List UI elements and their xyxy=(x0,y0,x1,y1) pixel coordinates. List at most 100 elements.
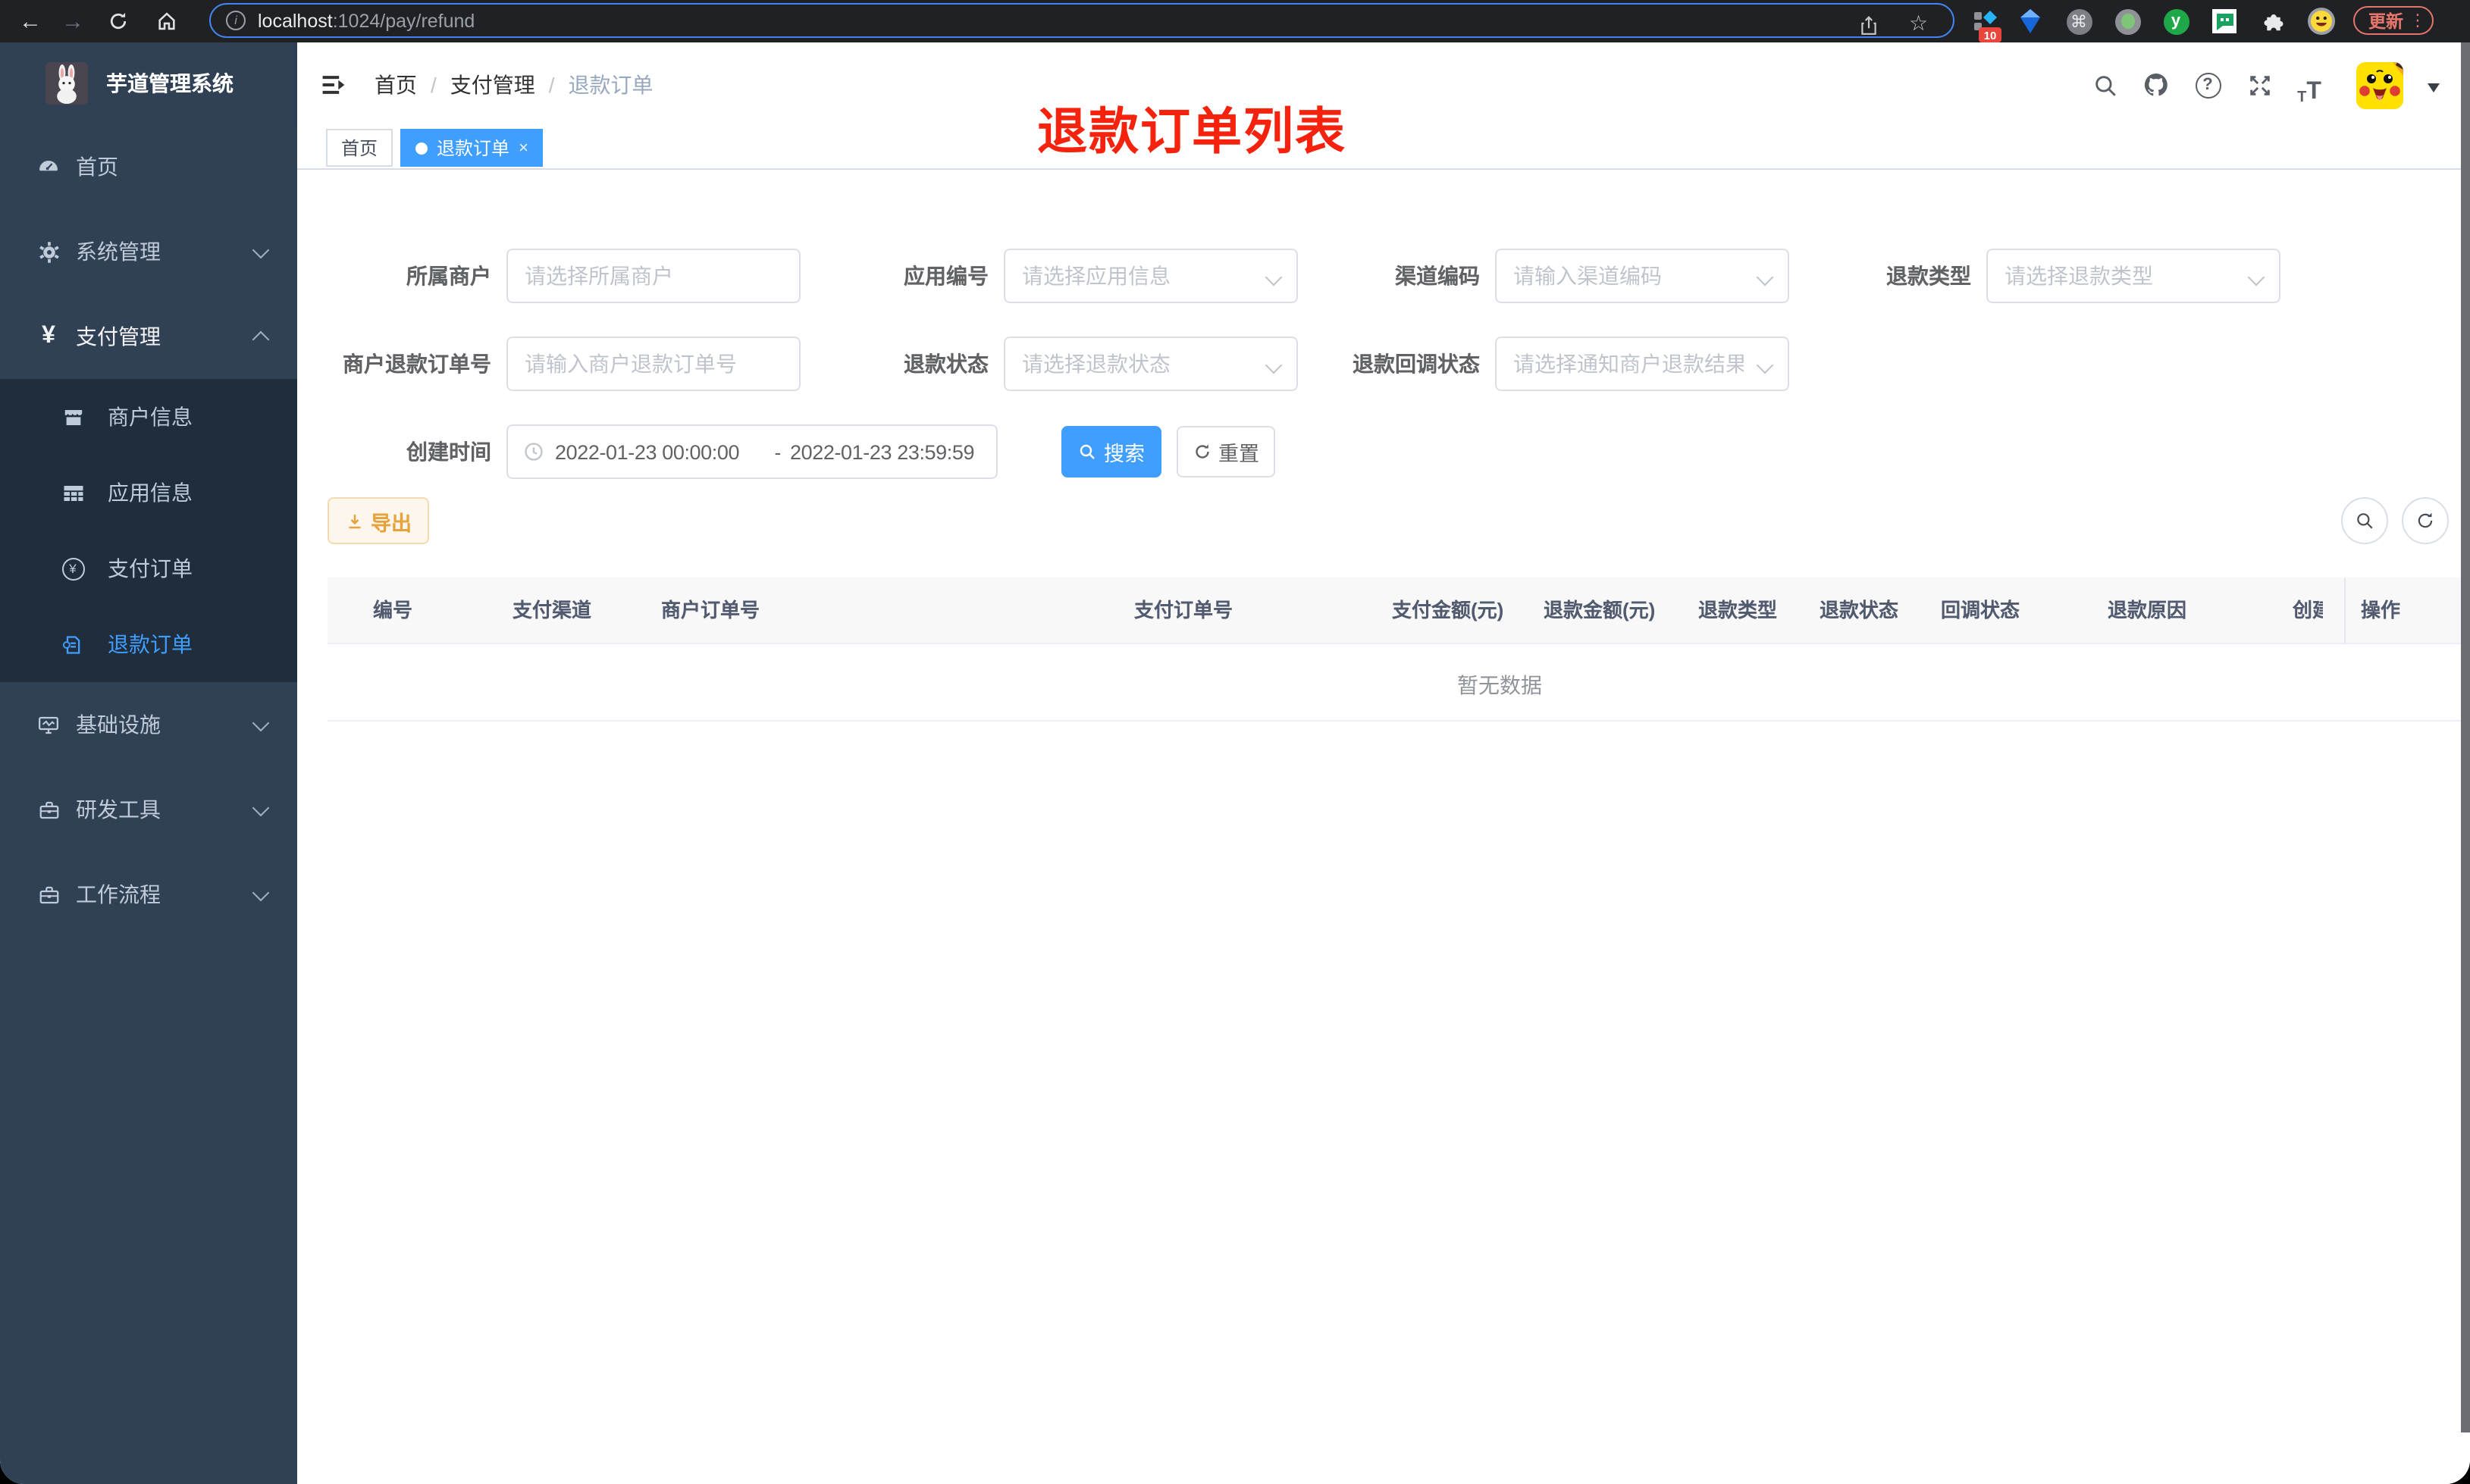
chevron-down-icon xyxy=(1265,356,1283,374)
page-scrollbar[interactable] xyxy=(2461,42,2470,1432)
refund-doc-icon xyxy=(59,633,86,656)
filter-label-app-no: 应用编号 xyxy=(904,264,989,288)
refresh-table-button[interactable] xyxy=(2402,497,2449,544)
url-bar[interactable]: i localhost:1024/pay/refund ☆ xyxy=(209,3,1954,38)
font-size-icon[interactable]: TT xyxy=(2288,64,2331,106)
sidebar-item-payment[interactable]: ¥ 支付管理 xyxy=(0,294,297,379)
reset-button[interactable]: 重置 xyxy=(1177,426,1275,477)
sidebar-item-label: 工作流程 xyxy=(76,882,161,906)
home-icon xyxy=(158,12,175,30)
tab-refund-order[interactable]: 退款订单 × xyxy=(400,129,544,167)
table-column-header: 退款金额(元) xyxy=(1544,599,1656,621)
browser-back-button[interactable]: ← xyxy=(12,0,49,42)
gear-icon xyxy=(30,240,67,263)
browser-home-button[interactable] xyxy=(149,0,185,42)
fullscreen-icon[interactable] xyxy=(2238,64,2280,106)
sidebar-item-app-info[interactable]: 应用信息 xyxy=(0,455,297,531)
chevron-down-icon xyxy=(1756,268,1774,286)
share-icon[interactable] xyxy=(1859,11,1879,41)
monitor-icon xyxy=(30,713,67,736)
github-icon[interactable] xyxy=(2135,64,2177,106)
chevron-down-icon xyxy=(2247,268,2265,286)
shop-icon xyxy=(59,405,86,428)
extension-smiley-icon[interactable] xyxy=(2302,0,2341,42)
sidebar-item-label: 基础设施 xyxy=(76,712,161,737)
extension-blue-diamond-icon[interactable]: 10 xyxy=(1965,0,2005,42)
sidebar-item-dev-tools[interactable]: 研发工具 xyxy=(0,767,297,852)
sidebar-item-pay-order[interactable]: ¥ 支付订单 xyxy=(0,531,297,606)
site-info-icon[interactable]: i xyxy=(226,11,246,30)
sidebar-item-refund-order[interactable]: 退款订单 xyxy=(0,606,297,682)
search-button[interactable]: 搜索 xyxy=(1061,426,1161,477)
main-area: 首页 / 支付管理 / 退款订单 ? T T 退款订单列表 首页 退款订单 × … xyxy=(297,42,2470,1484)
sidebar-item-home[interactable]: 首页 xyxy=(0,124,297,209)
browser-reload-button[interactable] xyxy=(100,0,136,42)
filter-label-merchant-refund-no: 商户退款订单号 xyxy=(343,352,491,376)
refund-status-select[interactable]: 请选择退款状态 xyxy=(1004,337,1298,391)
breadcrumb-payment[interactable]: 支付管理 xyxy=(450,70,535,100)
extension-record-icon[interactable] xyxy=(2108,0,2147,42)
app-title: 芋道管理系统 xyxy=(106,71,234,95)
screen: ← → i localhost:1024/pay/refund ☆ 10 ⌘ y… xyxy=(0,0,2470,1484)
sidebar-item-label: 支付管理 xyxy=(76,324,161,349)
merchant-refund-no-input[interactable] xyxy=(506,337,801,391)
toggle-search-button[interactable] xyxy=(2341,497,2388,544)
extension-command-icon[interactable]: ⌘ xyxy=(2059,0,2099,42)
download-icon xyxy=(345,512,363,530)
app-logo[interactable]: 芋道管理系统 xyxy=(0,42,297,124)
browser-update-button[interactable]: 更新 ⋮ xyxy=(2353,6,2434,35)
browser-toolbar: ← → i localhost:1024/pay/refund ☆ 10 ⌘ y… xyxy=(0,0,2470,42)
sidebar-item-system[interactable]: 系统管理 xyxy=(0,209,297,294)
sidebar-item-label: 应用信息 xyxy=(108,481,193,505)
sidebar-item-label: 退款订单 xyxy=(108,632,193,656)
date-range-end[interactable]: 2022-01-23 23:59:59 xyxy=(790,440,1001,463)
table-column-header: 创建时间 xyxy=(2293,599,2323,621)
table-column-header: 商户订单号 xyxy=(661,599,760,621)
bookmark-star-icon[interactable]: ☆ xyxy=(1909,8,1928,38)
table-column-header: 退款类型 xyxy=(1698,599,1778,621)
clock-icon xyxy=(523,441,544,462)
browser-window: ← → i localhost:1024/pay/refund ☆ 10 ⌘ y… xyxy=(0,0,2470,1484)
table-column-header: 退款状态 xyxy=(1820,599,1899,621)
extension-badge: 10 xyxy=(1979,27,2001,42)
filter-label-callback-status: 退款回调状态 xyxy=(1353,352,1480,376)
export-button[interactable]: 导出 xyxy=(328,497,429,544)
table-column-header: 支付订单号 xyxy=(1134,599,1233,621)
app-no-select[interactable]: 请选择应用信息 xyxy=(1004,249,1298,303)
header-search-icon[interactable] xyxy=(2083,64,2126,106)
logo-rabbit-avatar xyxy=(45,62,88,105)
chevron-up-icon xyxy=(252,330,270,348)
refund-type-select[interactable]: 请选择退款类型 xyxy=(1986,249,2280,303)
table-column-header: 回调状态 xyxy=(1941,599,2020,621)
sidebar-item-workflow[interactable]: 工作流程 xyxy=(0,852,297,937)
user-avatar[interactable] xyxy=(2356,62,2403,109)
breadcrumb-home[interactable]: 首页 xyxy=(375,70,417,100)
navbar: 首页 / 支付管理 / 退款订单 ? T T xyxy=(297,42,2470,127)
browser-forward-button[interactable]: → xyxy=(55,0,91,42)
sidebar-item-infrastructure[interactable]: 基础设施 xyxy=(0,682,297,767)
breadcrumb-current: 退款订单 xyxy=(568,73,654,97)
extension-kite-icon[interactable] xyxy=(2011,0,2050,42)
avatar-caret-icon[interactable] xyxy=(2428,83,2440,92)
sidebar-item-label: 系统管理 xyxy=(76,240,161,264)
channel-code-select[interactable]: 请输入渠道编码 xyxy=(1495,249,1789,303)
url-text: localhost:1024/pay/refund xyxy=(258,10,475,31)
table-column-header: 退款原因 xyxy=(2108,599,2187,621)
pay-order-icon: ¥ xyxy=(59,557,86,580)
chevron-down-icon xyxy=(252,713,270,731)
sidebar-item-merchant-info[interactable]: 商户信息 xyxy=(0,379,297,455)
browser-menu-icon[interactable]: ⋮ xyxy=(2409,11,2426,30)
active-tab-dot xyxy=(415,142,428,154)
callback-status-select[interactable]: 请选择通知商户退款结果的 xyxy=(1495,337,1789,391)
sidebar-collapse-icon[interactable] xyxy=(320,71,347,99)
tab-close-icon[interactable]: × xyxy=(519,139,528,157)
tab-home[interactable]: 首页 xyxy=(326,129,393,167)
create-time-range-picker[interactable]: 2022-01-23 00:00:00 - 2022-01-23 23:59:5… xyxy=(506,424,998,479)
table-column-header: 支付渠道 xyxy=(512,599,592,621)
help-icon[interactable]: ? xyxy=(2186,64,2229,106)
date-range-start[interactable]: 2022-01-23 00:00:00 xyxy=(555,440,766,463)
extension-y-icon[interactable]: y xyxy=(2156,0,2196,42)
extension-chat-icon[interactable] xyxy=(2205,0,2244,42)
merchant-input[interactable] xyxy=(506,249,801,303)
extensions-puzzle-icon[interactable] xyxy=(2253,0,2293,42)
